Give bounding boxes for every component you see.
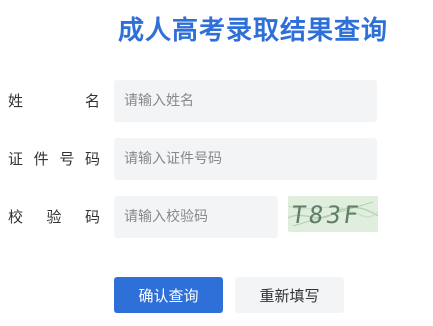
code-label-char-1: 校 — [8, 208, 24, 226]
code-label-char-3: 码 — [84, 208, 100, 226]
name-row: 姓 名 — [0, 80, 433, 122]
name-label-char-2: 名 — [84, 92, 100, 110]
id-number-input[interactable] — [114, 138, 377, 180]
id-label-char-3: 号 — [59, 150, 75, 168]
code-row: 校 验 码 T83F — [0, 196, 433, 238]
id-label-char-2: 件 — [33, 150, 49, 168]
id-label-char-1: 证 — [8, 150, 24, 168]
id-row: 证 件 号 码 — [0, 138, 433, 180]
reset-form-button[interactable]: 重新填写 — [235, 277, 344, 313]
captcha-noise: T83F — [288, 196, 378, 232]
code-label-char-2: 验 — [46, 208, 62, 226]
name-label-char-1: 姓 — [8, 92, 24, 110]
name-label: 姓 名 — [8, 80, 100, 122]
code-label: 校 验 码 — [8, 196, 100, 238]
button-bar: 确认查询 重新填写 — [0, 277, 433, 313]
submit-query-button[interactable]: 确认查询 — [114, 277, 223, 313]
name-input[interactable] — [114, 80, 377, 122]
captcha-text: T83F — [289, 201, 363, 229]
captcha-image[interactable]: T83F — [288, 196, 378, 232]
page-title: 成人高考录取结果查询 — [118, 16, 389, 46]
id-label-char-4: 码 — [84, 150, 100, 168]
captcha-input[interactable] — [114, 196, 278, 238]
id-label: 证 件 号 码 — [8, 138, 100, 180]
